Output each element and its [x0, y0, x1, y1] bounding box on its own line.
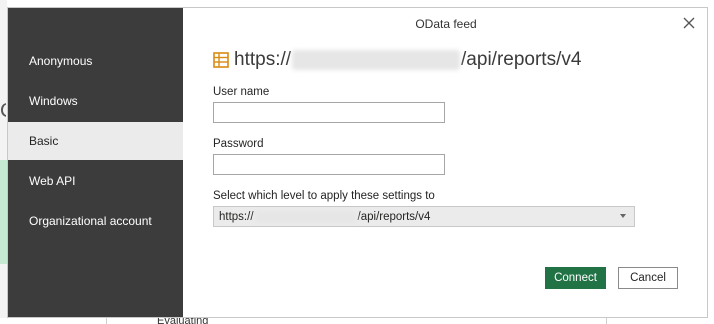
sidebar-item-web-api[interactable]: Web API: [8, 162, 183, 200]
dialog-title: OData feed: [415, 17, 477, 31]
username-label: User name: [213, 86, 270, 98]
background-divider: [606, 318, 607, 324]
password-label: Password: [213, 138, 264, 150]
url-prefix: https://: [234, 49, 292, 70]
level-suffix: /api/reports/v4: [357, 210, 431, 223]
close-icon[interactable]: [681, 15, 697, 31]
sidebar-item-windows[interactable]: Windows: [8, 82, 183, 120]
background-divider: [106, 318, 107, 324]
background-highlight: [0, 160, 7, 264]
table-icon: [213, 52, 229, 68]
level-label: Select which level to apply these settin…: [213, 190, 435, 202]
connect-button[interactable]: Connect: [545, 267, 606, 289]
sidebar-item-basic[interactable]: Basic: [8, 122, 183, 160]
feed-url: https:// /api/reports/v4: [213, 49, 581, 71]
level-prefix: https://: [219, 210, 254, 223]
username-input[interactable]: [213, 102, 445, 123]
password-input[interactable]: [213, 154, 445, 175]
chevron-down-icon: [620, 214, 626, 218]
url-suffix: /api/reports/v4: [461, 49, 582, 70]
odata-feed-dialog: Anonymous Windows Basic Web API Organiza…: [7, 7, 708, 318]
background-fragment: C: [0, 100, 6, 123]
redacted-host: [254, 210, 357, 223]
sidebar-item-anonymous[interactable]: Anonymous: [8, 42, 183, 80]
sidebar-item-organizational-account[interactable]: Organizational account: [8, 202, 183, 240]
cancel-button[interactable]: Cancel: [618, 267, 678, 289]
auth-method-sidebar: Anonymous Windows Basic Web API Organiza…: [8, 8, 183, 317]
level-select[interactable]: https:// /api/reports/v4: [213, 206, 635, 227]
redacted-host: [292, 50, 461, 70]
